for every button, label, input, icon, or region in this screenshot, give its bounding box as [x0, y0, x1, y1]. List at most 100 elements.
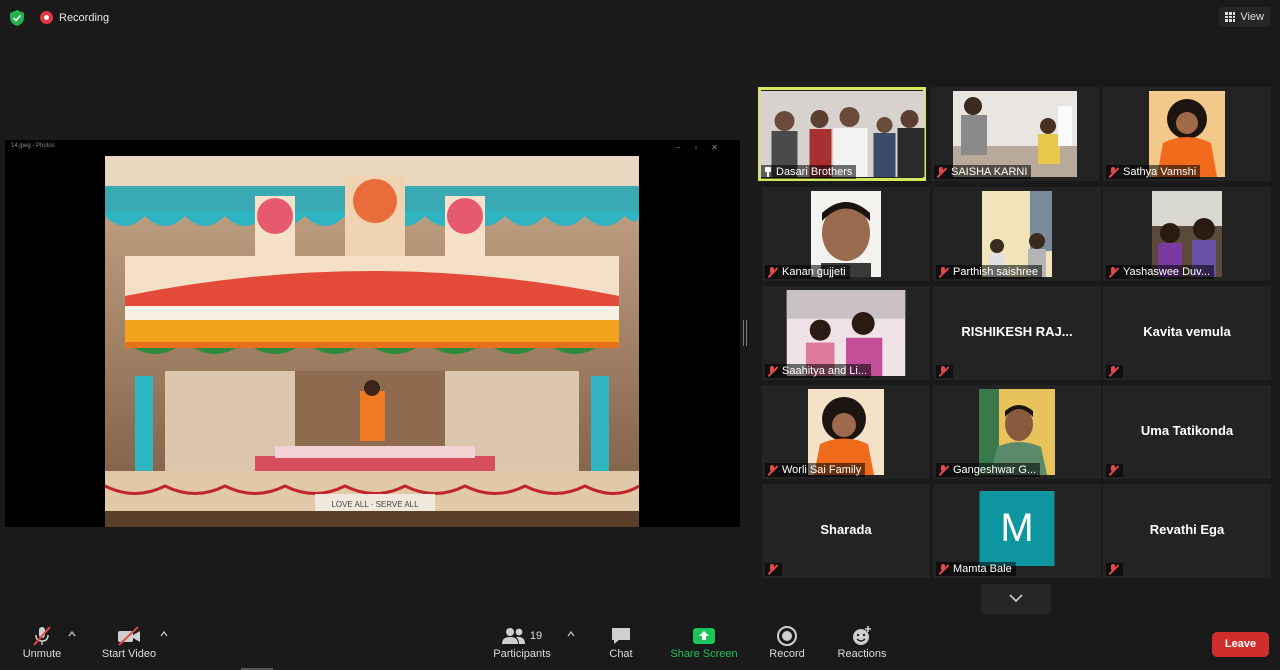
pin-icon	[763, 167, 772, 177]
chevron-down-icon	[1009, 594, 1023, 603]
participant-name-tag: Yashaswee Duv...	[1106, 265, 1215, 279]
participant-name-tag: Parthish saishree	[936, 265, 1042, 279]
mic-muted-icon	[938, 563, 949, 575]
mic-muted-icon	[767, 464, 778, 476]
shared-window-title: 14.jpeg - Photos	[11, 143, 55, 149]
view-button[interactable]: View	[1219, 7, 1270, 27]
grid-view-icon	[1225, 12, 1236, 22]
statue-figure	[360, 391, 385, 441]
participant-name: Dasari Brothers	[776, 166, 853, 178]
participant-display-name: Revathi Ega	[1149, 522, 1225, 537]
participants-label: Participants	[493, 648, 551, 660]
participant-name-tag: Gangeshwar G...	[936, 463, 1041, 477]
participant-tile[interactable]: Revathi Ega	[1103, 484, 1271, 578]
chevron-up-icon[interactable]	[68, 630, 76, 638]
chat-button[interactable]: Chat	[602, 624, 640, 660]
next-page-button[interactable]	[981, 584, 1051, 614]
participant-tile[interactable]: Kanan gujjeti	[762, 187, 930, 281]
shield-icon[interactable]	[10, 10, 24, 26]
mic-muted-icon	[767, 266, 778, 278]
participant-display-name: RISHIKESH RAJ...	[961, 324, 1073, 339]
share-screen-icon	[693, 628, 715, 644]
mic-muted-icon	[767, 365, 778, 377]
mic-muted-icon	[938, 464, 949, 476]
mic-muted-icon	[33, 626, 51, 646]
chat-label: Chat	[609, 648, 633, 660]
shared-photo: LOVE ALL · SERVE ALL	[105, 156, 639, 527]
shared-screen: 14.jpeg - Photos –▫✕ LOVE ALL · SERVE AL…	[5, 140, 740, 527]
participant-tile[interactable]: Sharada	[762, 484, 930, 578]
participant-name: Gangeshwar G...	[953, 464, 1037, 476]
mic-muted-icon	[1108, 465, 1119, 476]
chevron-up-icon[interactable]	[160, 630, 168, 638]
participant-display-name: Kavita vemula	[1143, 324, 1231, 339]
share-screen-label: Share Screen	[670, 648, 738, 660]
temple-stage-image: LOVE ALL · SERVE ALL	[105, 156, 639, 527]
participant-tile[interactable]: Kavita vemula	[1103, 286, 1271, 380]
mic-muted-icon	[1108, 166, 1119, 178]
record-icon	[777, 626, 797, 646]
participant-name-tag: SAISHA KARNI	[934, 165, 1032, 179]
participant-tile[interactable]: Worli Sai Family	[762, 385, 930, 479]
participant-tile[interactable]: Sathya Vamshi	[1103, 87, 1271, 181]
avatar: M	[979, 491, 1055, 566]
leave-button[interactable]: Leave	[1212, 632, 1269, 657]
participant-name-tag	[765, 563, 782, 576]
mic-muted-icon	[1108, 564, 1119, 575]
mic-muted-icon	[1108, 266, 1119, 278]
participant-name-tag: Sathya Vamshi	[1106, 165, 1201, 179]
chat-icon	[612, 628, 630, 644]
share-screen-button[interactable]: Share Screen	[668, 624, 740, 660]
participants-count: 19	[529, 630, 543, 642]
participant-name: Mamta Bale	[953, 563, 1012, 575]
participant-tile[interactable]: Dasari Brothers	[758, 87, 926, 181]
recording-label: Recording	[59, 11, 110, 24]
participant-tile[interactable]: Gangeshwar G...	[933, 385, 1101, 479]
shared-window-controls: –▫✕	[676, 143, 732, 152]
splitter-handle[interactable]	[743, 320, 747, 346]
recording-indicator[interactable]: Recording	[40, 11, 109, 24]
participant-name-tag	[1106, 563, 1123, 576]
participant-tile[interactable]: SAISHA KARNI	[931, 87, 1099, 181]
reactions-label: Reactions	[837, 648, 887, 660]
participant-tile[interactable]: M Mamta Bale	[933, 484, 1101, 578]
participant-display-name: Uma Tatikonda	[1140, 423, 1234, 438]
participant-name: Saahitya and Li...	[782, 365, 868, 377]
top-bar: Recording View	[0, 0, 1280, 36]
emoji-plus-icon	[853, 626, 871, 645]
record-button[interactable]: Record	[766, 624, 808, 660]
participants-icon	[501, 628, 525, 644]
banner-text: LOVE ALL · SERVE ALL	[331, 500, 419, 509]
mic-muted-icon	[767, 564, 778, 575]
participant-name: Sathya Vamshi	[1123, 166, 1197, 178]
participant-tile[interactable]: Parthish saishree	[933, 187, 1101, 281]
participant-tile[interactable]: Yashaswee Duv...	[1103, 187, 1271, 281]
unmute-button[interactable]: Unmute	[18, 624, 66, 660]
mic-muted-icon	[1108, 366, 1119, 377]
participant-name: SAISHA KARNI	[951, 166, 1028, 178]
chevron-up-icon[interactable]	[567, 630, 575, 638]
record-label: Record	[769, 648, 805, 660]
participant-name-tag: Kanan gujjeti	[765, 265, 850, 279]
participant-name-tag	[1106, 464, 1123, 477]
participant-name: Kanan gujjeti	[782, 266, 846, 278]
record-dot-icon	[40, 11, 53, 24]
participant-tile[interactable]: Saahitya and Li...	[762, 286, 930, 380]
start-video-label: Start Video	[101, 648, 157, 660]
participant-name-tag: Worli Sai Family	[765, 463, 866, 477]
participant-name: Worli Sai Family	[782, 464, 862, 476]
participant-name-tag: Dasari Brothers	[761, 165, 857, 179]
participant-name-tag	[936, 365, 953, 378]
participant-name: Yashaswee Duv...	[1123, 266, 1211, 278]
start-video-button[interactable]: Start Video	[98, 624, 160, 660]
participants-button[interactable]: 19 Participants	[490, 624, 554, 660]
participant-tile[interactable]: RISHIKESH RAJ...	[933, 286, 1101, 380]
view-label: View	[1240, 11, 1264, 23]
mic-muted-icon	[936, 166, 947, 178]
participant-name-tag	[1106, 365, 1123, 378]
video-off-icon	[118, 626, 140, 646]
participant-tile[interactable]: Uma Tatikonda	[1103, 385, 1271, 479]
participant-name-tag: Mamta Bale	[936, 562, 1016, 576]
reactions-button[interactable]: Reactions	[834, 624, 890, 660]
mic-muted-icon	[938, 266, 949, 278]
